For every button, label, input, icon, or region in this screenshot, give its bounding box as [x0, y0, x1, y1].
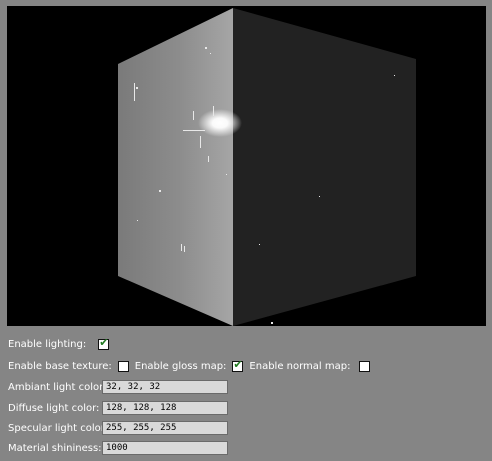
diffuse-color-row: Diffuse light color: — [8, 400, 99, 416]
ambient-light-color-input[interactable] — [102, 380, 228, 394]
material-shininess-label: Material shininess: — [8, 442, 102, 454]
specular-highlight — [198, 109, 242, 137]
shininess-row: Material shininess: — [8, 440, 102, 456]
lit-cube-render — [118, 8, 416, 326]
ambient-light-color-label: Ambiant light color: — [8, 381, 107, 393]
enable-gloss-map-label: Enable gloss map: — [134, 360, 227, 372]
enable-gloss-map-checkbox[interactable]: ✔ — [232, 357, 244, 372]
texture-options-row: Enable base texture: Enable gloss map: ✔… — [8, 357, 371, 374]
lighting-row: Enable lighting: ✔ — [8, 335, 110, 352]
diffuse-light-color-input[interactable] — [102, 401, 228, 415]
enable-base-texture-checkbox[interactable] — [117, 360, 129, 372]
render-viewport[interactable] — [7, 6, 486, 326]
cube-left-face — [118, 8, 233, 326]
enable-lighting-checkbox[interactable]: ✔ — [98, 335, 110, 350]
specular-light-color-label: Specular light color: — [8, 422, 109, 434]
ambient-color-row: Ambiant light color: — [8, 379, 106, 395]
checkmark-icon: ✔ — [233, 357, 243, 371]
enable-lighting-label: Enable lighting: — [8, 338, 87, 350]
checkmark-icon: ✔ — [99, 335, 109, 349]
cube-right-face — [233, 8, 416, 326]
specular-color-row: Specular light color: — [8, 420, 108, 436]
material-shininess-input[interactable] — [102, 441, 228, 455]
enable-base-texture-label: Enable base texture: — [8, 360, 112, 372]
enable-normal-map-label: Enable normal map: — [249, 360, 351, 372]
diffuse-light-color-label: Diffuse light color: — [8, 402, 100, 414]
enable-normal-map-checkbox[interactable] — [359, 360, 371, 372]
specular-light-color-input[interactable] — [102, 421, 228, 435]
